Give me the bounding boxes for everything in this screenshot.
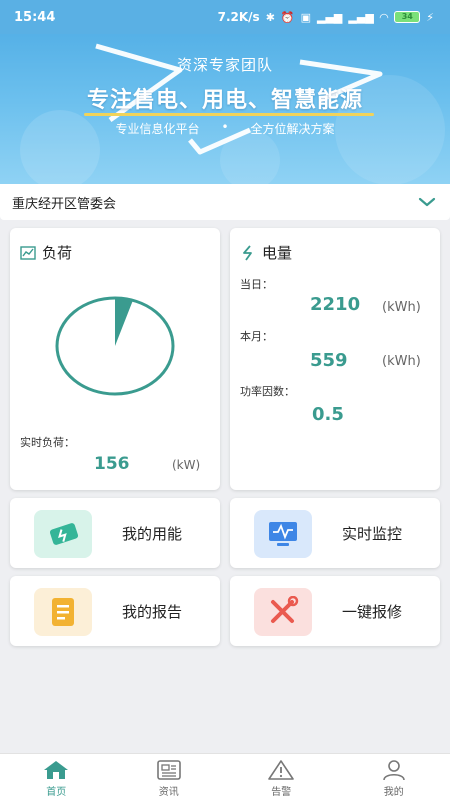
lightning-icon	[243, 244, 252, 261]
status-icons: 7.2K/s ✱ ⏰ ▣ ▂▄▆ ▂▄▆ ◠ 34 ⚡	[218, 10, 434, 24]
user-icon	[382, 760, 405, 781]
status-bar: 15:44 7.2K/s ✱ ⏰ ▣ ▂▄▆ ▂▄▆ ◠ 34 ⚡	[0, 0, 450, 34]
monitor-icon	[254, 510, 312, 558]
electricity-card[interactable]: 电量 当日： 2210 (kWh) 本月： 559 (kWh) 功率因数： 0.…	[230, 228, 440, 490]
power-factor-label: 功率因数：	[240, 385, 295, 398]
chevron-down-icon	[418, 197, 436, 207]
day-value: 2210	[310, 294, 361, 315]
location-label: 重庆经开区管委会	[12, 196, 117, 212]
bluetooth-icon: ✱	[265, 10, 275, 24]
nav-alarm-label: 告警	[271, 787, 292, 798]
banner-sub-left: 专业信息化平台	[115, 122, 200, 136]
elec-title-text: 电量	[262, 244, 293, 262]
elec-card-title: 电量	[240, 242, 292, 263]
load-title-text: 负荷	[42, 244, 73, 262]
tools-icon	[254, 588, 312, 636]
nav-mine[interactable]: 我的	[349, 754, 439, 800]
nav-news[interactable]: 资讯	[124, 754, 214, 800]
wifi-icon: ◠	[379, 10, 389, 24]
realtime-monitor-tile[interactable]: 实时监控	[230, 498, 440, 568]
banner-subtitle: 专业信息化平台 • 全方位解决方案	[0, 120, 450, 137]
load-card-title: 负荷	[20, 242, 72, 263]
hd-icon: ▣	[300, 10, 312, 24]
month-unit: (kWh)	[382, 354, 421, 369]
day-label: 当日：	[240, 278, 273, 291]
nav-alarm[interactable]: 告警	[236, 754, 326, 800]
realtime-load-unit: (kW)	[172, 458, 201, 472]
warning-icon	[268, 760, 295, 780]
load-card[interactable]: 负荷 实时负荷： 156 (kW)	[10, 228, 220, 490]
my-report-tile[interactable]: 我的报告	[10, 576, 220, 646]
month-label: 本月：	[240, 330, 273, 343]
home-icon	[44, 761, 69, 779]
banner-sub-right: 全方位解决方案	[250, 122, 335, 136]
battery-tag-icon	[34, 510, 92, 558]
my-energy-tile[interactable]: 我的用能	[10, 498, 220, 568]
power-factor-value: 0.5	[312, 404, 344, 425]
alarm-clock-icon: ⏰	[280, 10, 295, 24]
charging-icon: ⚡	[426, 10, 434, 24]
realtime-load-value: 156	[94, 454, 130, 474]
banner-sub-dot: •	[221, 120, 229, 134]
newspaper-icon	[156, 760, 181, 780]
signal-2-icon: ▂▄▆	[348, 10, 374, 24]
banner-team-text: 资深专家团队	[176, 56, 273, 74]
nav-home[interactable]: 首页	[11, 754, 101, 800]
nav-news-label: 资讯	[158, 787, 179, 798]
month-value: 559	[310, 350, 348, 371]
bottom-navigation: 首页 资讯 告警 我的	[0, 753, 450, 800]
report-icon	[34, 588, 92, 636]
realtime-monitor-label: 实时监控	[342, 525, 403, 543]
banner-slogan: 专注售电、用电、智慧能源	[86, 88, 363, 113]
day-unit: (kWh)	[382, 300, 421, 315]
nav-mine-label: 我的	[383, 787, 404, 798]
battery-icon: 34	[394, 11, 421, 23]
my-report-label: 我的报告	[122, 603, 183, 621]
network-speed: 7.2K/s	[217, 10, 260, 24]
nav-home-label: 首页	[46, 787, 67, 798]
signal-icon: ▂▄▆	[317, 10, 343, 24]
location-selector[interactable]: 重庆经开区管委会	[0, 184, 450, 220]
status-time: 15:44	[14, 9, 56, 25]
one-click-repair-tile[interactable]: 一键报修	[230, 576, 440, 646]
load-gauge	[55, 296, 175, 396]
my-energy-label: 我的用能	[122, 525, 183, 543]
banner-underline	[84, 113, 374, 116]
one-click-repair-label: 一键报修	[342, 603, 403, 621]
realtime-load-label: 实时负荷：	[20, 436, 75, 449]
chart-icon	[20, 245, 36, 260]
